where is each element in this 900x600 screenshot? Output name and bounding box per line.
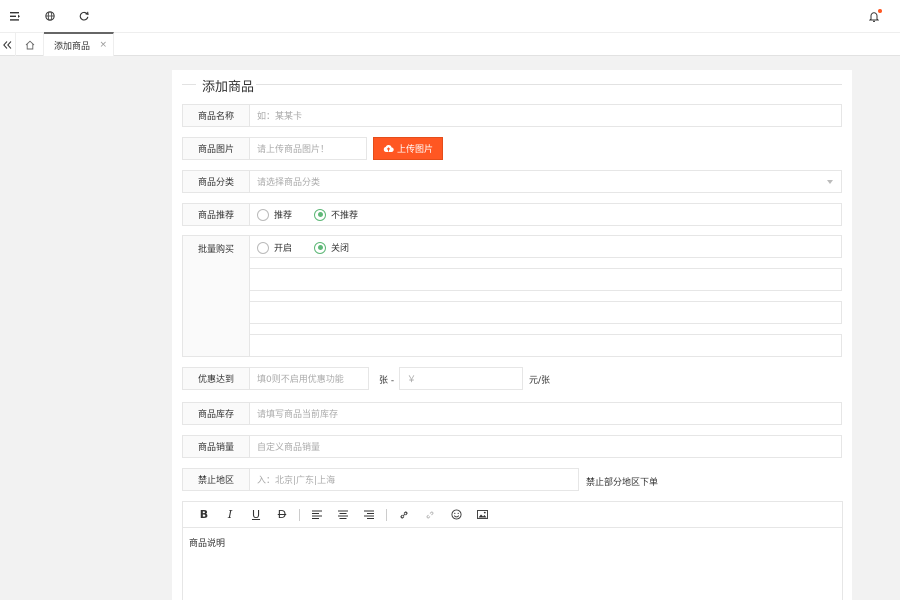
chevron-down-icon: [827, 180, 833, 184]
unlink-icon: [426, 511, 434, 518]
globe-icon[interactable]: [43, 9, 57, 23]
description-editor: B I U D 商品说明: [182, 501, 843, 600]
radio-checked-icon: [314, 241, 326, 254]
category-select[interactable]: 请选择商品分类: [249, 170, 842, 193]
toolbar-divider: [386, 508, 387, 521]
double-chevron-left-icon: [3, 40, 12, 49]
batch-purchase-label: 批量购买: [182, 235, 250, 357]
batch-row-4[interactable]: [249, 334, 842, 357]
stock-input[interactable]: 请填写商品当前库存: [249, 402, 842, 425]
sales-label: 商品销量: [182, 435, 250, 458]
radio-not-recommend[interactable]: 不推荐: [314, 208, 358, 221]
align-right-button[interactable]: [356, 505, 382, 525]
tabs-back-button[interactable]: [0, 33, 16, 56]
category-label: 商品分类: [182, 170, 250, 193]
refresh-icon[interactable]: [77, 9, 91, 23]
tab-close-icon[interactable]: ×: [99, 40, 107, 50]
radio-circle-icon: [257, 208, 269, 221]
product-image-input[interactable]: 请上传商品图片！: [249, 137, 367, 160]
radio-recommend[interactable]: 推荐: [257, 208, 292, 221]
underline-button[interactable]: U: [243, 505, 269, 525]
smiley-icon: [450, 509, 462, 520]
tab-add-product[interactable]: 添加商品 ×: [44, 32, 114, 56]
align-center-button[interactable]: [330, 505, 356, 525]
bold-button[interactable]: B: [191, 505, 217, 525]
product-name-input[interactable]: 如：某某卡: [249, 104, 842, 127]
category-placeholder: 请选择商品分类: [257, 178, 321, 188]
radio-recommend-label: 推荐: [274, 211, 293, 221]
align-left-icon: [312, 510, 322, 519]
cloud-upload-icon: [383, 145, 394, 153]
emoji-button[interactable]: [443, 505, 469, 525]
home-icon: [25, 40, 34, 49]
upload-button-label: 上传图片: [396, 145, 433, 155]
batch-row-2[interactable]: [249, 268, 842, 291]
strikethrough-button[interactable]: D: [269, 505, 295, 525]
editor-toolbar: B I U D: [183, 502, 842, 528]
top-header: [0, 0, 900, 32]
discount-unit-text: 张 -: [379, 376, 395, 386]
link-icon: [400, 511, 408, 518]
product-image-label: 商品图片: [182, 137, 250, 160]
notification-dot: [878, 9, 882, 13]
tab-home[interactable]: [16, 33, 44, 56]
region-input[interactable]: 入：北京|广东|上海: [249, 468, 579, 491]
toolbar-divider: [299, 508, 300, 521]
legend-line-left: [182, 84, 196, 85]
radio-checked-icon: [314, 208, 326, 221]
tabs-bar: 添加商品 ×: [0, 32, 900, 56]
upload-image-button[interactable]: 上传图片: [373, 137, 443, 160]
link-button[interactable]: [391, 505, 417, 525]
legend-line-right: [254, 84, 842, 85]
recommend-label: 商品推荐: [182, 203, 250, 226]
menu-icon[interactable]: [8, 9, 22, 23]
radio-batch-off-label: 关闭: [331, 244, 350, 254]
bell-icon[interactable]: [867, 9, 882, 23]
discount-label: 优惠达到: [182, 367, 250, 390]
batch-row-3[interactable]: [249, 301, 842, 324]
radio-batch-on-label: 开启: [274, 244, 293, 254]
italic-button[interactable]: I: [217, 505, 243, 525]
region-label: 禁止地区: [182, 468, 250, 491]
stock-label: 商品库存: [182, 402, 250, 425]
discount-price-unit: 元/张: [529, 376, 551, 386]
radio-circle-icon: [257, 241, 269, 254]
tab-label: 添加商品: [54, 41, 91, 52]
align-center-icon: [338, 510, 348, 519]
radio-batch-on[interactable]: 开启: [257, 241, 292, 254]
discount-quantity-input[interactable]: 填0则不启用优惠功能: [249, 367, 369, 390]
radio-not-recommend-label: 不推荐: [331, 211, 359, 221]
align-left-button[interactable]: [304, 505, 330, 525]
product-name-label: 商品名称: [182, 104, 250, 127]
radio-batch-off[interactable]: 关闭: [314, 241, 349, 254]
align-right-icon: [364, 510, 374, 519]
unlink-button[interactable]: [417, 505, 443, 525]
image-icon: [476, 510, 488, 519]
image-button[interactable]: [469, 505, 495, 525]
discount-price-input[interactable]: ￥: [399, 367, 523, 390]
editor-content[interactable]: 商品说明: [183, 528, 842, 557]
form-title: 添加商品: [200, 76, 257, 95]
region-hint: 禁止部分地区下单: [586, 478, 659, 488]
sales-input[interactable]: 自定义商品销量: [249, 435, 842, 458]
